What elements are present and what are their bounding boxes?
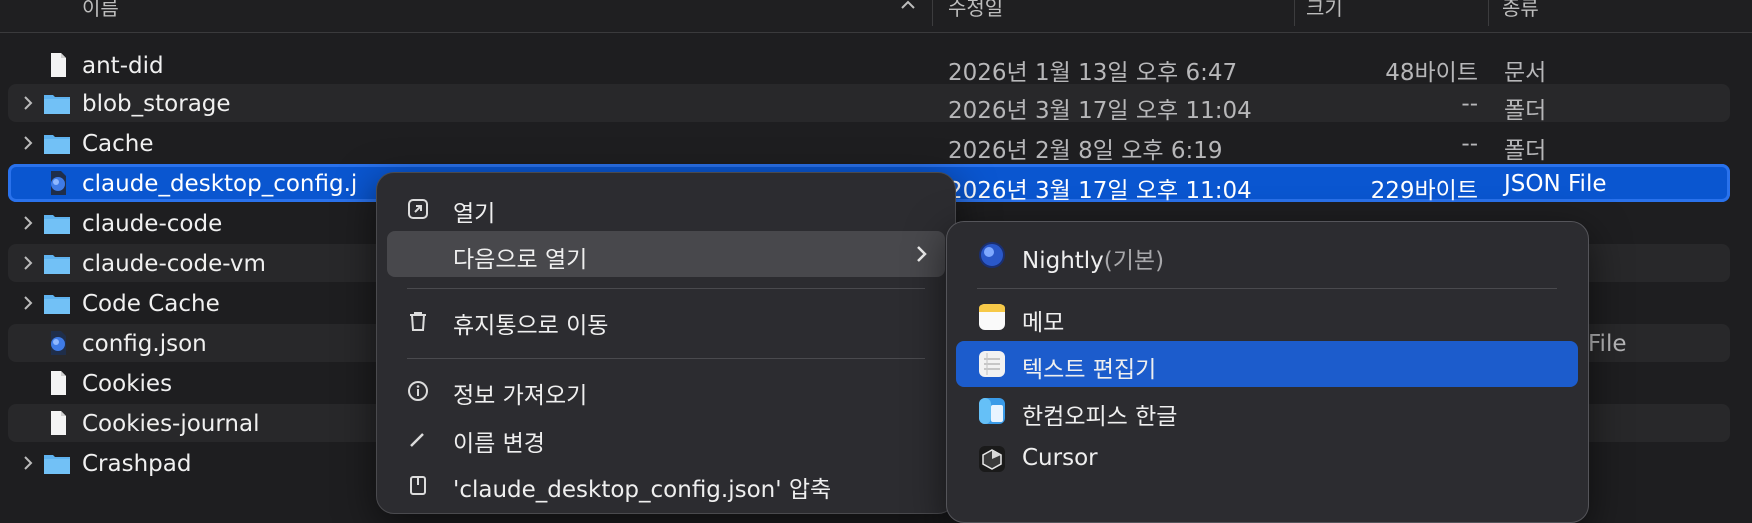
file-kind: 폴더	[1504, 138, 1547, 164]
file-kind: File	[1588, 331, 1627, 357]
notes-icon	[979, 304, 1005, 330]
json-file-icon	[51, 171, 66, 195]
folder-icon	[44, 95, 70, 114]
sort-ascending-icon[interactable]	[900, 0, 916, 13]
menu-separator	[407, 358, 925, 359]
column-kind-header[interactable]: 종류	[1502, 0, 1539, 21]
menu-separator	[407, 288, 925, 289]
submenu-item-label: Cursor	[1022, 445, 1098, 471]
menu-item-label: 이름 변경	[453, 431, 545, 457]
file-name: Cookies-journal	[82, 411, 260, 437]
column-divider[interactable]	[1294, 0, 1295, 26]
file-name: Code Cache	[82, 291, 220, 317]
document-icon	[51, 371, 66, 395]
textedit-icon	[979, 351, 1005, 377]
chevron-right-icon[interactable]	[20, 294, 36, 312]
column-modified-header[interactable]: 수정일	[948, 0, 1003, 21]
file-date: 2026년 2월 8일 오후 6:19	[948, 138, 1223, 164]
folder-icon	[44, 135, 70, 154]
file-name: claude-code	[82, 211, 223, 237]
hancom-icon	[979, 398, 1005, 424]
open-with-submenu: Nightly(기본) 메모 텍스트 편집기 한컴오피스 한글 Cursor	[946, 221, 1589, 523]
column-divider[interactable]	[932, 0, 933, 26]
column-name-header[interactable]: 이름	[82, 0, 119, 21]
trash-icon	[410, 312, 426, 331]
submenu-item-notes[interactable]: 메모	[956, 294, 1578, 340]
menu-item-compress[interactable]: 'claude_desktop_config.json' 압축	[387, 461, 945, 507]
cursor-app-icon	[979, 446, 1005, 472]
file-name: blob_storage	[82, 91, 231, 117]
submenu-item-label: 메모	[1022, 310, 1065, 336]
file-row[interactable]: blob_storage 2026년 3월 17일 오후 11:04 -- 폴더	[8, 84, 1730, 124]
submenu-item-nightly[interactable]: Nightly(기본)	[956, 232, 1578, 278]
file-name: claude_desktop_config.j	[82, 171, 358, 197]
chevron-right-icon	[917, 246, 927, 262]
file-kind: JSON File	[1504, 171, 1607, 197]
file-kind: 폴더	[1504, 98, 1547, 124]
file-row[interactable]: Cache 2026년 2월 8일 오후 6:19 -- 폴더	[8, 124, 1730, 164]
menu-separator	[977, 288, 1557, 289]
file-size: 229바이트	[1370, 178, 1478, 204]
chevron-right-icon[interactable]	[20, 214, 36, 232]
submenu-item-label: 한컴오피스 한글	[1022, 404, 1178, 430]
submenu-item-hancom[interactable]: 한컴오피스 한글	[956, 388, 1578, 434]
file-name: ant-did	[82, 53, 164, 79]
file-size: --	[1461, 131, 1478, 157]
submenu-item-cursor[interactable]: Cursor	[956, 436, 1578, 482]
file-name: Cache	[82, 131, 154, 157]
file-date: 2026년 1월 13일 오후 6:47	[948, 60, 1238, 86]
menu-item-get-info[interactable]: 정보 가져오기	[387, 367, 945, 413]
document-icon	[51, 411, 66, 435]
column-size-header[interactable]: 크기	[1306, 0, 1343, 21]
file-date: 2026년 3월 17일 오후 11:04	[948, 98, 1252, 124]
menu-item-label: 다음으로 열기	[453, 247, 588, 273]
nightly-icon	[979, 242, 1005, 268]
chevron-right-icon[interactable]	[20, 454, 36, 472]
file-name: Cookies	[82, 371, 173, 397]
folder-icon	[44, 215, 70, 234]
folder-icon	[44, 455, 70, 474]
menu-item-label: 휴지통으로 이동	[453, 313, 609, 339]
menu-item-trash[interactable]: 휴지통으로 이동	[387, 297, 945, 343]
column-divider[interactable]	[1488, 0, 1489, 26]
menu-item-label: 'claude_desktop_config.json' 압축	[453, 477, 832, 503]
file-name: claude-code-vm	[82, 251, 266, 277]
file-size: 48바이트	[1385, 60, 1478, 86]
pencil-icon	[410, 433, 424, 447]
file-size: --	[1461, 91, 1478, 117]
json-file-icon	[51, 331, 66, 355]
submenu-item-label: 텍스트 편집기	[1022, 357, 1157, 383]
chevron-right-icon[interactable]	[20, 94, 36, 112]
column-header: 이름 수정일 크기 종류	[0, 0, 1752, 33]
archive-icon	[410, 476, 426, 495]
file-kind: 문서	[1504, 60, 1547, 86]
menu-item-label: 정보 가져오기	[453, 383, 588, 409]
file-name: config.json	[82, 331, 207, 357]
menu-item-open-with[interactable]: 다음으로 열기	[387, 231, 945, 277]
submenu-item-label: Nightly(기본)	[1022, 248, 1165, 274]
context-menu: 열기 다음으로 열기 휴지통으로 이동 정보 가져오기 이름 변경 'claud…	[376, 172, 956, 514]
file-date: 2026년 3월 17일 오후 11:04	[948, 178, 1252, 204]
file-name: Crashpad	[82, 451, 192, 477]
document-icon	[51, 53, 66, 77]
folder-icon	[44, 255, 70, 274]
folder-icon	[44, 295, 70, 314]
file-row[interactable]: ant-did 2026년 1월 13일 오후 6:47 48바이트 문서	[8, 46, 1730, 86]
menu-item-open[interactable]: 열기	[387, 185, 945, 231]
chevron-right-icon[interactable]	[20, 254, 36, 272]
submenu-item-textedit[interactable]: 텍스트 편집기	[956, 341, 1578, 387]
open-icon	[408, 199, 428, 219]
info-icon	[408, 381, 428, 401]
menu-item-rename[interactable]: 이름 변경	[387, 415, 945, 461]
chevron-right-icon[interactable]	[20, 134, 36, 152]
menu-item-label: 열기	[453, 201, 496, 227]
